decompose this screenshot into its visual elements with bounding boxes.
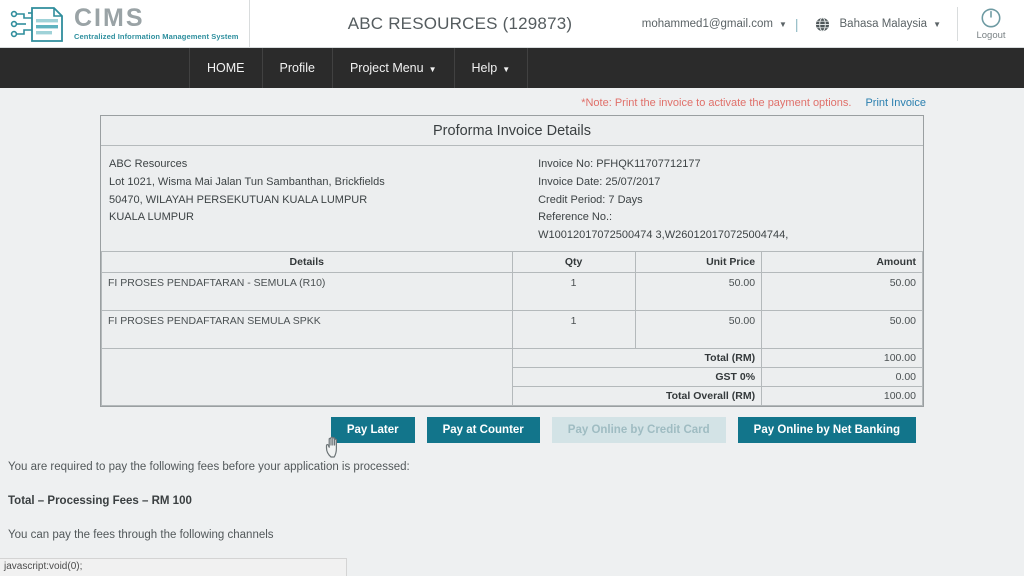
totals-row-total: Total (RM) 100.00 (101, 348, 923, 407)
pay-online-credit-card-button[interactable]: Pay Online by Credit Card (551, 417, 726, 444)
browser-status-bar: javascript:void(0); (0, 558, 347, 576)
total-processing-fees-text: Total – Processing Fees – RM 100 (8, 494, 192, 507)
print-note-bar: *Note: Print the invoice to activate the… (0, 88, 1024, 115)
cell-qty: 1 (511, 272, 636, 312)
cell-unit-price: 50.00 (634, 272, 763, 312)
table-body: FI PROSES PENDAFTARAN - SEMULA (R10) 1 5… (101, 272, 923, 407)
party-name: ABC Resources (109, 158, 188, 170)
invoice-line-items-table: Details Qty Unit Price Amount FI PROSES … (101, 251, 923, 407)
column-header-unit-price: Unit Price (634, 251, 763, 274)
brand-title: CIMS (74, 4, 145, 33)
main-navigation: HOME Profile Project Menu ▼ Help ▼ (0, 48, 1024, 88)
power-icon (981, 8, 1001, 28)
reference-value: W10012017072500474 3,W260120170725004744… (538, 229, 789, 242)
payment-button-row: Pay Later Pay at Counter Pay Online by C… (100, 417, 924, 458)
print-note-text: *Note: Print the invoice to activate the… (581, 97, 852, 109)
total-value: 100.00 (761, 348, 923, 369)
document-circuit-icon (10, 6, 63, 42)
channels-intro-text: You can pay the fees through the followi… (8, 528, 274, 541)
cell-unit-price: 50.00 (634, 310, 763, 350)
reference-label: Reference No.: (538, 211, 613, 224)
invoice-panel-title: Proforma Invoice Details (101, 116, 923, 146)
nav-label: Help (471, 61, 498, 75)
nav-item-project-menu[interactable]: Project Menu ▼ (331, 48, 455, 88)
party-address-line3: KUALA LUMPUR (109, 211, 194, 224)
print-invoice-link[interactable]: Print Invoice (865, 97, 926, 109)
column-header-qty: Qty (511, 251, 636, 274)
language-label[interactable]: Bahasa Malaysia (840, 18, 928, 30)
vertical-divider: | (794, 16, 799, 32)
total-label: Total (RM) (511, 348, 763, 369)
invoice-summary: ABC Resources Lot 1021, Wisma Mai Jalan … (101, 146, 923, 251)
cell-details: FI PROSES PENDAFTARAN SEMULA SPKK (101, 310, 513, 350)
logout-button[interactable]: Logout (958, 0, 1024, 48)
logout-label: Logout (976, 30, 1006, 41)
gst-value: 0.00 (761, 367, 923, 388)
nav-item-home[interactable]: HOME (189, 48, 263, 88)
nav-item-profile[interactable]: Profile (261, 48, 333, 88)
nav-label: HOME (207, 61, 245, 75)
table-header-row: Details Qty Unit Price Amount (101, 251, 923, 274)
table-row: FI PROSES PENDAFTARAN - SEMULA (R10) 1 5… (101, 272, 923, 312)
brand-subtitle: Centralized Information Management Syste… (74, 32, 239, 42)
pay-later-button[interactable]: Pay Later (330, 417, 415, 444)
nav-label: Project Menu (349, 61, 424, 75)
caret-down-icon[interactable]: ▼ (779, 20, 787, 29)
cell-amount: 50.00 (761, 310, 923, 350)
cell-amount: 50.00 (761, 272, 923, 312)
brand-logo[interactable]: CIMS Centralized Information Management … (0, 0, 250, 48)
nav-item-help[interactable]: Help ▼ (453, 48, 529, 88)
top-header: CIMS Centralized Information Management … (0, 0, 1024, 48)
chevron-down-icon: ▼ (502, 64, 511, 74)
column-header-details: Details (101, 251, 513, 274)
total-overall-label: Total Overall (RM) (511, 386, 763, 407)
language-caret-down-icon[interactable]: ▼ (933, 20, 941, 29)
fees-intro-text: You are required to pay the following fe… (8, 461, 410, 474)
account-email[interactable]: mohammed1@gmail.com (642, 18, 773, 30)
cell-qty: 1 (511, 310, 636, 350)
chevron-down-icon: ▼ (428, 64, 437, 74)
invoice-party-block: ABC Resources Lot 1021, Wisma Mai Jalan … (109, 156, 528, 245)
pay-at-counter-button[interactable]: Pay at Counter (426, 417, 540, 444)
party-address-line1: Lot 1021, Wisma Mai Jalan Tun Sambanthan… (109, 175, 385, 188)
column-header-amount: Amount (761, 251, 923, 274)
totals-spacer-cell (101, 348, 513, 407)
invoice-date: Invoice Date: 25/07/2017 (538, 175, 661, 188)
nav-label: Profile (279, 61, 315, 75)
proforma-invoice-panel: Proforma Invoice Details ABC Resources L… (100, 115, 924, 408)
globe-icon (815, 16, 829, 32)
gst-label: GST 0% (511, 367, 763, 388)
invoice-meta-block: Invoice No: PFHQK11707712177 Invoice Dat… (528, 156, 915, 245)
table-row: FI PROSES PENDAFTARAN SEMULA SPKK 1 50.0… (101, 310, 923, 350)
credit-period: Credit Period: 7 Days (538, 193, 643, 206)
party-address-line2: 50470, WILAYAH PERSEKUTUAN KUALA LUMPUR (109, 193, 368, 206)
fees-information: You are required to pay the following fe… (0, 443, 1024, 576)
total-overall-value: 100.00 (761, 386, 923, 407)
account-language-group: mohammed1@gmail.com ▼ | Bahasa Malaysia … (642, 7, 958, 41)
table-header: Details Qty Unit Price Amount (101, 251, 923, 274)
company-title: ABC RESOURCES (129873) (347, 13, 573, 33)
invoice-number: Invoice No: PFHQK11707712177 (538, 158, 701, 170)
pay-online-net-banking-button[interactable]: Pay Online by Net Banking (737, 417, 916, 444)
account-area: mohammed1@gmail.com ▼ | Bahasa Malaysia … (642, 0, 1024, 48)
cell-details: FI PROSES PENDAFTARAN - SEMULA (R10) (101, 272, 513, 312)
